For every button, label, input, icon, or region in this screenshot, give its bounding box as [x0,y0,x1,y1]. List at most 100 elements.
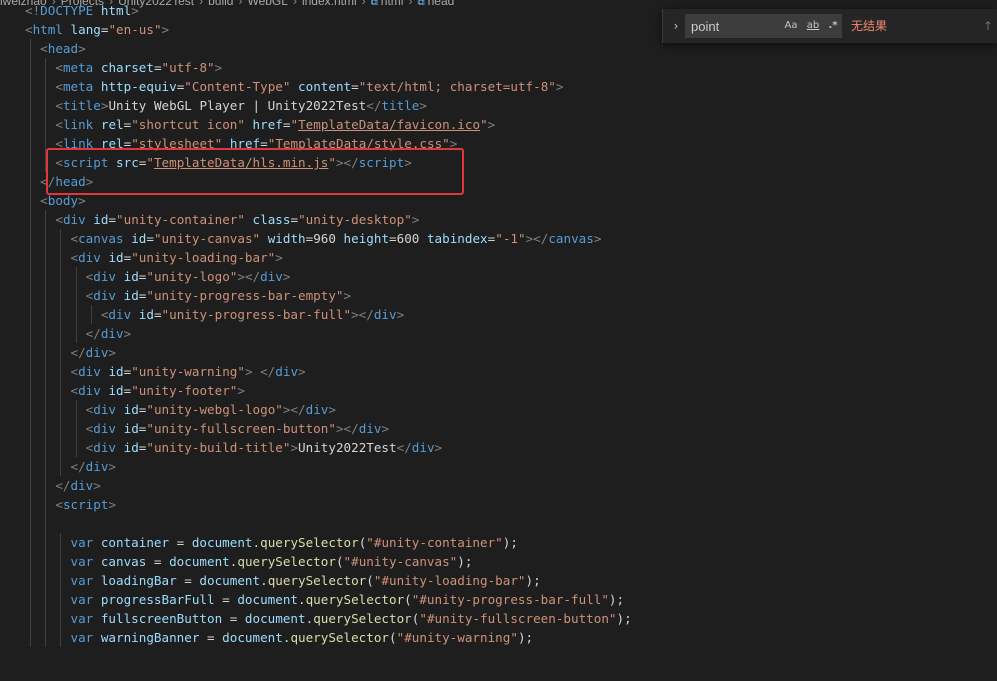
code-token: = [351,79,359,94]
find-result-status: 无结果 [851,19,888,33]
code-token: > [343,288,352,303]
code-token: "#unity-container" [366,535,503,550]
code-token: id [108,383,124,398]
code-token: <! [25,3,41,18]
code-token: > [555,79,564,94]
code-line: var progressBarFull = document.querySele… [25,590,625,609]
match-whole-word-icon[interactable]: ab [804,17,822,35]
code-token: = [199,630,223,645]
code-token: ); [457,554,473,569]
code-token: = [153,60,162,75]
code-token: < [70,364,79,379]
code-token: </ [366,98,382,113]
regex-icon[interactable]: .* [826,17,840,35]
code-token: "unity-logo" [146,269,238,284]
code-token: "unity-webgl-logo" [146,402,283,417]
code-token: html [100,3,132,18]
code-line: <canvas id="unity-canvas" width=960 heig… [25,229,602,248]
code-token: http-equiv [100,79,177,94]
code-token: div [85,459,109,474]
code-line: <meta charset="utf-8"> [25,58,222,77]
match-case-icon[interactable]: Aa [783,17,799,35]
code-token: div [260,269,283,284]
code-token: "unity-progress-bar-full" [161,307,352,322]
code-token: head [47,41,79,56]
code-token: = [290,212,299,227]
code-token: > [290,440,299,455]
code-token: < [55,98,63,113]
arrow-up-icon[interactable]: ↑ [981,17,995,35]
code-token: content [298,79,352,94]
code-token: > [108,459,117,474]
code-line: <meta http-equiv="Content-Type" content=… [25,77,563,96]
code-token: title [62,98,101,113]
code-token: > [108,497,117,512]
code-token: div [411,440,435,455]
code-token: ( [404,592,412,607]
code-token: "unity-desktop" [298,212,412,227]
code-token: querySelector [305,592,405,607]
code-token: ); [525,573,541,588]
code-token: . [260,573,268,588]
code-token: canvas [548,231,594,246]
code-token: tabindex [426,231,488,246]
code-token: > [487,117,496,132]
code-token: . [298,592,306,607]
code-token: > [282,269,291,284]
code-token: href [252,117,283,132]
code-token: document [191,535,253,550]
code-token: < [70,383,79,398]
code-token: body [47,193,79,208]
code-token: div [62,212,86,227]
code-token: "unity-progress-bar-empty" [146,288,344,303]
code-token: < [55,60,63,75]
code-token: > [381,421,390,436]
code-token: . [252,535,261,550]
code-token: < [40,193,48,208]
code-line: <div id="unity-container" class="unity-d… [25,210,419,229]
code-token: ></ [282,402,306,417]
code-token: lang [70,22,101,37]
code-token: div [93,288,117,303]
code-line: <div id="unity-progress-bar-empty"> [25,286,351,305]
code-token: id [123,440,139,455]
code-editor[interactable]: <!DOCTYPE html> <html lang="en-us"> <head… [0,0,997,681]
code-line: <!DOCTYPE html> [25,1,139,20]
code-token: < [70,250,79,265]
code-token: div [70,478,94,493]
code-token: div [358,421,382,436]
code-line: <div id="unity-footer"> [25,381,245,400]
code-token: rel [100,117,124,132]
chevron-right-icon[interactable]: › [669,17,683,35]
code-token: id [123,402,139,417]
code-token: > [78,41,86,56]
code-line: </div> [25,324,132,343]
code-token: script [62,497,109,512]
code-line: var canvas = document.querySelector("#un… [25,552,473,571]
code-token: querySelector [237,554,336,569]
code-token: ></ [525,231,549,246]
code-token: Unity WebGL Player | Unity2022Test [108,98,367,113]
code-token: loadingBar [100,573,177,588]
code-token: > [328,402,336,417]
